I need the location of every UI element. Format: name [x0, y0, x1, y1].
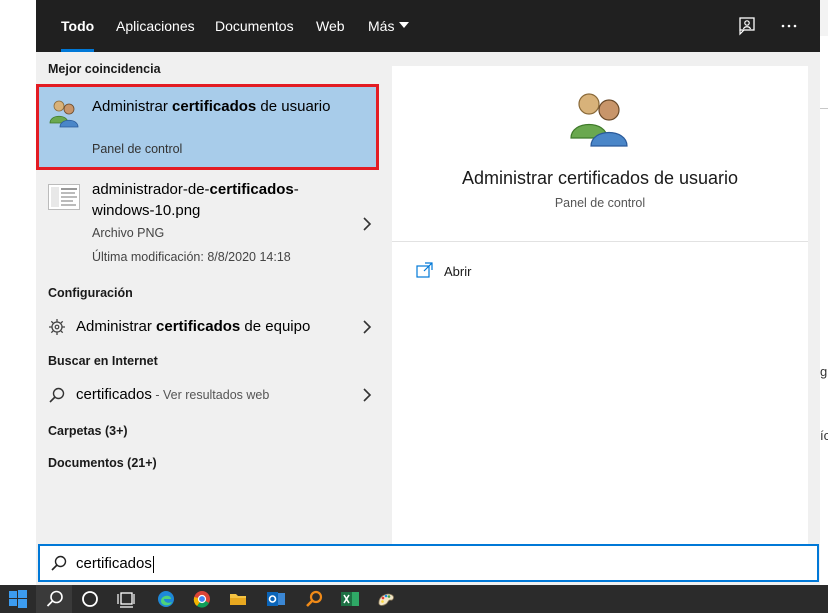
outlook-icon[interactable]: [266, 589, 286, 609]
magnifier-icon: [48, 386, 66, 404]
preview-title: Administrar certificados de usuario: [461, 168, 739, 188]
chevron-right-icon[interactable]: [362, 320, 372, 334]
excel-icon[interactable]: [340, 589, 360, 609]
settings-label-pre: Administrar: [76, 318, 157, 335]
more-options-icon[interactable]: [778, 14, 802, 38]
edge-icon[interactable]: [156, 589, 176, 609]
search-input[interactable]: certificados: [76, 555, 154, 573]
web-search-result[interactable]: certificados - Ver resultados web: [36, 378, 392, 412]
background-left-strip: [0, 0, 36, 585]
highlight-outline: [36, 84, 379, 170]
tab-web[interactable]: Web: [316, 0, 345, 52]
text-caret: [152, 555, 154, 573]
users-icon-large: [567, 86, 631, 150]
task-view-icon[interactable]: [116, 589, 136, 609]
file-result[interactable]: administrador-de-certificados-windows-10…: [36, 176, 392, 272]
chrome-icon[interactable]: [192, 589, 212, 609]
settings-label-bold: certificados: [156, 318, 241, 335]
settings-header: Configuración: [48, 286, 133, 300]
best-match-header: Mejor coincidencia: [48, 62, 161, 76]
chevron-right-icon[interactable]: [362, 217, 372, 231]
preview-divider: [392, 241, 808, 242]
image-file-icon: [48, 184, 80, 210]
settings-gear-icon: [48, 318, 66, 336]
folders-header[interactable]: Carpetas (3+): [48, 424, 128, 438]
tab-mas[interactable]: Más: [368, 0, 410, 52]
web-search-query: certificados: [76, 386, 152, 403]
settings-label-post: de equipo: [240, 318, 311, 335]
file-title-pre: administrador-de-: [92, 181, 210, 198]
search-icon: [50, 554, 68, 572]
search-panel: Todo Aplicaciones Documentos Web Más Mej…: [36, 0, 820, 585]
documents-header[interactable]: Documentos (21+): [48, 456, 157, 470]
file-explorer-icon[interactable]: [228, 589, 248, 609]
search-box[interactable]: certificados: [38, 544, 819, 582]
file-result-title: administrador-de-certificados-windows-10…: [92, 179, 332, 221]
background-text-fragment: ío: [820, 428, 828, 443]
settings-result-label: Administrar certificados de equipo: [76, 318, 310, 335]
settings-result[interactable]: Administrar certificados de equipo: [36, 310, 392, 344]
tab-aplicaciones[interactable]: Aplicaciones: [116, 0, 195, 52]
web-search-suffix: - Ver resultados web: [151, 388, 270, 402]
paint-icon[interactable]: [376, 589, 396, 609]
windows-start-icon[interactable]: [8, 589, 28, 609]
preview-subtitle: Panel de control: [554, 196, 646, 210]
search-icon[interactable]: [45, 589, 65, 609]
preview-pane: Administrar certificados de usuario Pane…: [392, 66, 808, 545]
tab-documentos[interactable]: Documentos: [215, 0, 294, 52]
web-search-label: certificados - Ver resultados web: [76, 386, 269, 403]
background-text-fragment: g: [820, 364, 828, 379]
file-result-modified: Última modificación: 8/8/2020 14:18: [92, 250, 291, 264]
tab-mas-label: Más: [368, 18, 395, 34]
open-action[interactable]: Abrir: [444, 264, 471, 279]
cortana-icon[interactable]: [80, 589, 100, 609]
file-title-bold: certificados: [209, 181, 294, 198]
search-app-icon[interactable]: [304, 589, 324, 609]
search-tabs-bar: Todo Aplicaciones Documentos Web Más: [36, 0, 820, 52]
search-input-value: certificados: [76, 555, 152, 572]
open-icon[interactable]: [416, 262, 434, 278]
feedback-icon[interactable]: [736, 14, 760, 38]
file-result-type: Archivo PNG: [92, 226, 165, 240]
chevron-right-icon[interactable]: [362, 388, 372, 402]
chevron-down-icon: [399, 22, 410, 29]
tab-todo[interactable]: Todo: [61, 0, 95, 52]
results-list: Mejor coincidencia Administrar certifica…: [36, 52, 392, 545]
web-search-header: Buscar en Internet: [48, 354, 158, 368]
taskbar: [0, 585, 828, 613]
